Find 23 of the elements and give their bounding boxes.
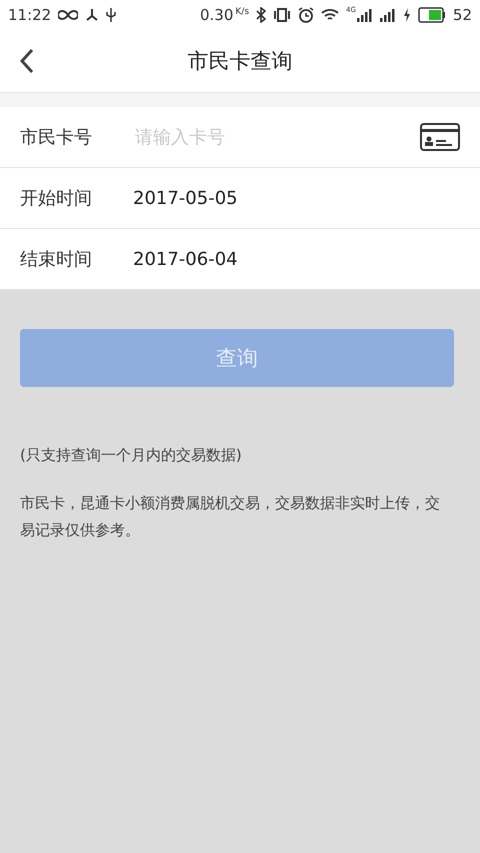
battery-icon xyxy=(418,7,446,23)
note-text: 市民卡，昆通卡小额消费属脱机交易，交易数据非实时上传，交易记录仅供参考。 xyxy=(20,493,441,540)
signal-icon xyxy=(380,8,396,22)
alarm-icon xyxy=(298,7,314,23)
id-card-icon[interactable] xyxy=(420,123,460,151)
signal-icon xyxy=(356,8,373,22)
bluetooth-icon xyxy=(256,7,266,23)
field-label: 开始时间 xyxy=(20,187,93,210)
charging-icon xyxy=(402,8,411,22)
battery-level: 52 xyxy=(452,6,472,24)
infinity-icon xyxy=(58,9,78,21)
clock: 11:22 xyxy=(8,6,52,24)
network-speed: 0.30$^{K/s}$ xyxy=(200,6,250,24)
vibrate-icon xyxy=(273,8,292,22)
note-text: (只支持查询一个月内的交易数据) xyxy=(20,445,243,466)
date-value[interactable]: 2017-05-05 xyxy=(133,188,238,208)
field-label: 市民卡号 xyxy=(20,126,93,149)
page-title: 市民卡查询 xyxy=(188,48,292,75)
field-label: 结束时间 xyxy=(20,248,93,271)
wifi-icon xyxy=(321,8,340,22)
usb-icon xyxy=(106,8,116,22)
date-value[interactable]: 2017-06-04 xyxy=(133,248,238,270)
share-icon xyxy=(85,8,100,22)
